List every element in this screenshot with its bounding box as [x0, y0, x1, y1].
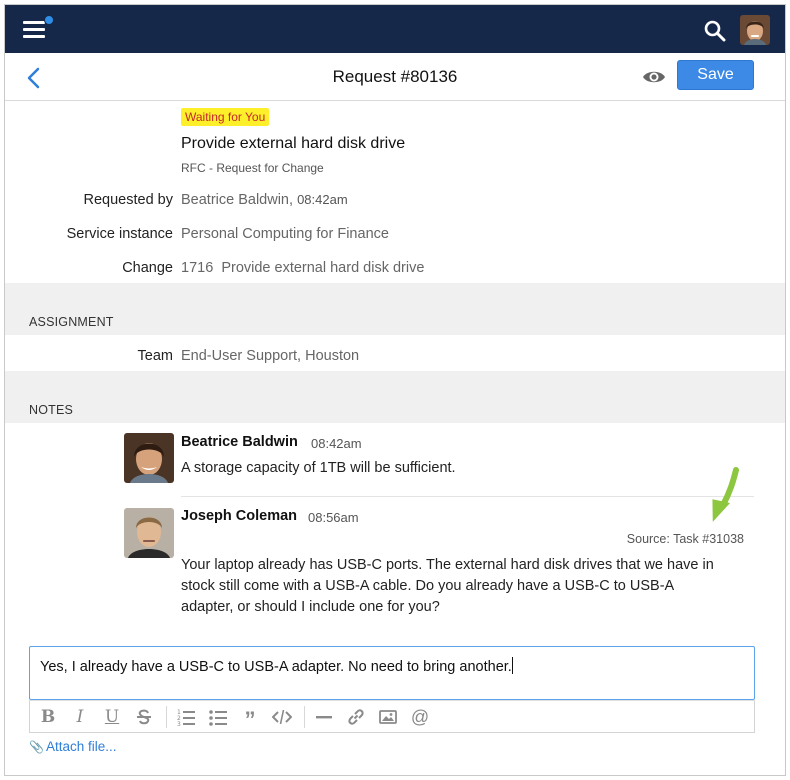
- formatting-toolbar: B I U 123 ” @: [29, 700, 755, 733]
- note-source-link[interactable]: Source: Task #31038: [627, 532, 744, 546]
- paperclip-icon: 📎: [29, 740, 44, 754]
- page-title: Request #80136: [332, 67, 458, 86]
- change-value[interactable]: 1716 Provide external hard disk drive: [181, 260, 424, 276]
- notification-dot: [44, 15, 54, 25]
- toolbar-separator: [166, 706, 167, 728]
- underline-icon[interactable]: U: [102, 707, 122, 727]
- status-badge: Waiting for You: [181, 108, 270, 126]
- avatar: [124, 508, 174, 558]
- horizontal-rule-icon[interactable]: [314, 707, 334, 727]
- quote-icon[interactable]: ”: [240, 707, 260, 732]
- change-label: Change: [122, 260, 173, 276]
- numbered-list-icon[interactable]: 123: [176, 707, 196, 728]
- note-author[interactable]: Beatrice Baldwin: [181, 434, 298, 450]
- user-avatar[interactable]: [740, 15, 770, 45]
- app-window: Request #80136 Save Waiting for You Prov…: [4, 4, 786, 776]
- save-button[interactable]: Save: [677, 60, 754, 90]
- request-category: RFC - Request for Change: [181, 161, 324, 175]
- app-bar: [5, 5, 785, 53]
- requested-time: 08:42am: [297, 192, 348, 207]
- bold-icon[interactable]: B: [38, 707, 58, 727]
- mention-icon[interactable]: @: [410, 707, 430, 727]
- notes-section-label: NOTES: [29, 403, 74, 417]
- team-value[interactable]: End-User Support, Houston: [181, 348, 359, 364]
- note-text: A storage capacity of 1TB will be suffic…: [181, 460, 456, 476]
- team-label: Team: [137, 348, 173, 364]
- link-icon[interactable]: [346, 707, 366, 727]
- note-text-line: stock still come with a USB-A cable. Do …: [181, 578, 675, 594]
- image-icon[interactable]: [378, 707, 398, 727]
- svg-text:3: 3: [177, 721, 181, 727]
- assignment-section-label: ASSIGNMENT: [29, 315, 114, 329]
- service-instance-value[interactable]: Personal Computing for Finance: [181, 226, 389, 242]
- attach-file-link[interactable]: 📎 Attach file...: [29, 739, 117, 754]
- assignment-section-header: ASSIGNMENT: [5, 283, 785, 335]
- note-text-line: Your laptop already has USB-C ports. The…: [181, 557, 714, 573]
- notes-section-header: NOTES: [5, 371, 785, 423]
- note-time: 08:42am: [311, 436, 362, 451]
- search-icon[interactable]: [704, 20, 726, 42]
- strikethrough-icon[interactable]: [134, 707, 154, 727]
- note-author[interactable]: Joseph Coleman: [181, 508, 297, 524]
- eye-icon[interactable]: [642, 68, 666, 86]
- avatar: [124, 433, 174, 483]
- requested-by-value: Beatrice Baldwin, 08:42am: [181, 192, 348, 208]
- requester-name[interactable]: Beatrice Baldwin,: [181, 192, 293, 208]
- reply-input[interactable]: Yes, I already have a USB-C to USB-A ada…: [29, 646, 755, 700]
- title-bar: Request #80136 Save: [5, 53, 785, 101]
- code-icon[interactable]: [271, 707, 293, 727]
- bullet-list-icon[interactable]: [208, 707, 228, 727]
- note-text-line: adapter, or should I include one for you…: [181, 599, 440, 615]
- toolbar-separator: [304, 706, 305, 728]
- note-time: 08:56am: [308, 510, 359, 525]
- italic-icon[interactable]: I: [70, 707, 90, 727]
- reply-text: Yes, I already have a USB-C to USB-A ada…: [40, 657, 513, 675]
- requested-by-label: Requested by: [83, 192, 173, 208]
- request-subject: Provide external hard disk drive: [181, 135, 406, 152]
- service-instance-label: Service instance: [66, 226, 173, 242]
- note-divider: [181, 496, 754, 497]
- annotation-arrow-icon: [705, 467, 745, 527]
